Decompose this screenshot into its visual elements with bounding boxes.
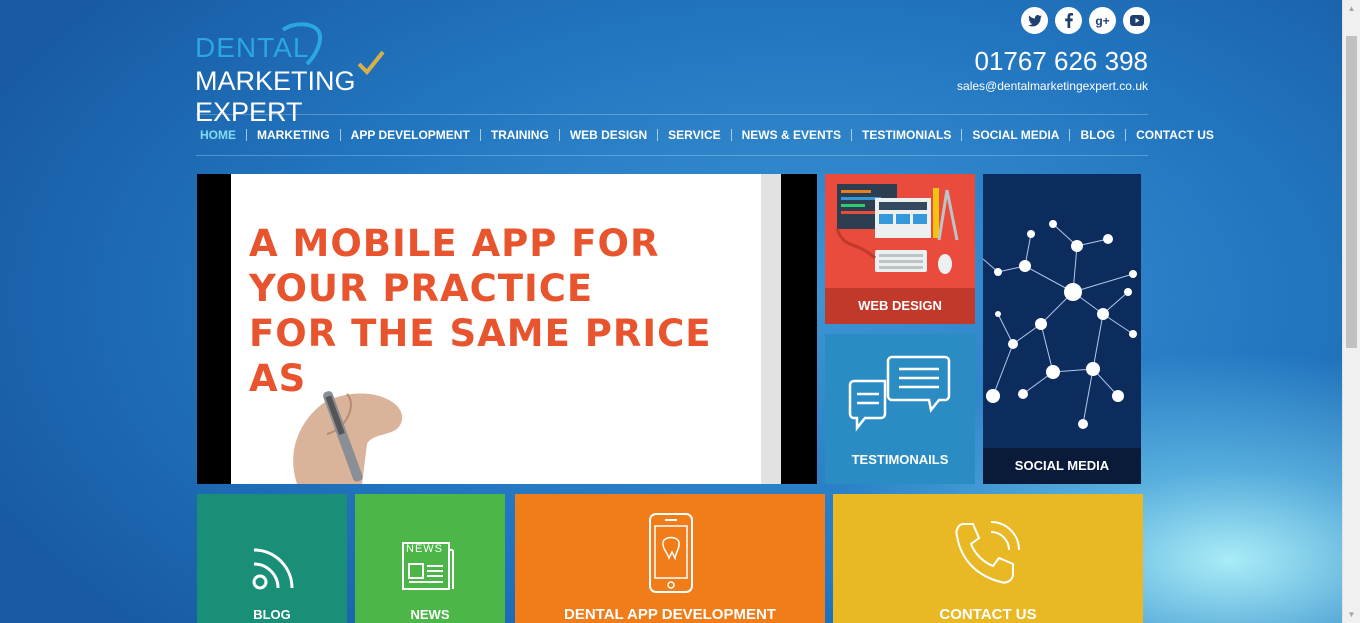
youtube-icon[interactable] <box>1123 7 1150 34</box>
web-design-tile[interactable]: WEB DESIGN <box>825 174 975 324</box>
page-scrollbar[interactable]: ▲ ▼ <box>1342 0 1360 623</box>
video-text-line-1: A MOBILE APP FOR <box>249 222 660 265</box>
contact-us-label: CONTACT US <box>939 606 1037 623</box>
scroll-down-icon[interactable]: ▼ <box>1343 606 1360 623</box>
phone-ringing-icon <box>955 521 1020 584</box>
blog-tile[interactable]: BLOG <box>197 494 347 623</box>
network-graph-illustration <box>983 220 1137 429</box>
rss-feed-icon <box>252 548 294 590</box>
smartphone-tooth-icon <box>649 513 693 593</box>
phone-number[interactable]: 01767 626 398 <box>974 46 1148 77</box>
newspaper-icon-text: NEWS <box>406 543 443 555</box>
video-text-line-3: FOR THE SAME PRICE <box>249 312 712 355</box>
web-design-label: WEB DESIGN <box>825 288 975 324</box>
nav-testimonials[interactable]: TESTIMONIALS <box>850 129 961 141</box>
news-tile[interactable]: NEWS NEWS <box>355 494 505 623</box>
site-logo[interactable]: DENTAL MARKETING EXPERT <box>195 22 445 127</box>
email-link[interactable]: sales@dentalmarketingexpert.co.uk <box>957 79 1148 93</box>
nav-app-development[interactable]: APP DEVELOPMENT <box>339 129 480 141</box>
web-design-illustration-icon <box>835 184 959 274</box>
nav-web-design[interactable]: WEB DESIGN <box>558 129 657 141</box>
nav-marketing[interactable]: MARKETING <box>246 129 340 141</box>
video-frame-edge <box>761 174 781 484</box>
scrollbar-thumb[interactable] <box>1346 36 1357 348</box>
social-media-tile[interactable]: SOCIAL MEDIA <box>983 174 1141 484</box>
nav-home[interactable]: HOME <box>196 129 246 141</box>
speech-bubbles-icon <box>848 355 951 432</box>
nav-blog[interactable]: BLOG <box>1069 129 1125 141</box>
app-development-label: DENTAL APP DEVELOPMENT <box>564 606 776 623</box>
news-label: NEWS <box>410 607 450 622</box>
google-plus-icon[interactable]: g+ <box>1089 7 1116 34</box>
scroll-up-icon[interactable]: ▲ <box>1343 0 1360 17</box>
contact-us-tile[interactable]: CONTACT US <box>833 494 1143 623</box>
social-links: g+ <box>1021 7 1150 34</box>
twitter-icon[interactable] <box>1021 7 1048 34</box>
testimonials-tile[interactable]: TESTIMONAILS <box>825 334 975 484</box>
facebook-icon[interactable] <box>1055 7 1082 34</box>
video-text-line-2: YOUR PRACTICE <box>249 267 594 310</box>
blog-label: BLOG <box>253 607 291 622</box>
drawing-hand-illustration <box>293 391 403 484</box>
tooth-logo-icon <box>281 22 322 66</box>
nav-social-media[interactable]: SOCIAL MEDIA <box>961 129 1069 141</box>
check-mark-icon <box>357 50 385 75</box>
testimonials-label: TESTIMONAILS <box>851 452 949 467</box>
nav-news-events[interactable]: NEWS & EVENTS <box>730 129 851 141</box>
nav-training[interactable]: TRAINING <box>479 129 559 141</box>
social-media-label: SOCIAL MEDIA <box>983 448 1141 484</box>
promo-video[interactable]: A MOBILE APP FOR YOUR PRACTICE FOR THE S… <box>197 174 817 484</box>
app-development-tile[interactable]: DENTAL APP DEVELOPMENT <box>515 494 825 623</box>
nav-service[interactable]: SERVICE <box>657 129 730 141</box>
main-navigation: HOME MARKETING APP DEVELOPMENT TRAINING … <box>196 114 1214 156</box>
nav-contact-us[interactable]: CONTACT US <box>1125 129 1224 141</box>
